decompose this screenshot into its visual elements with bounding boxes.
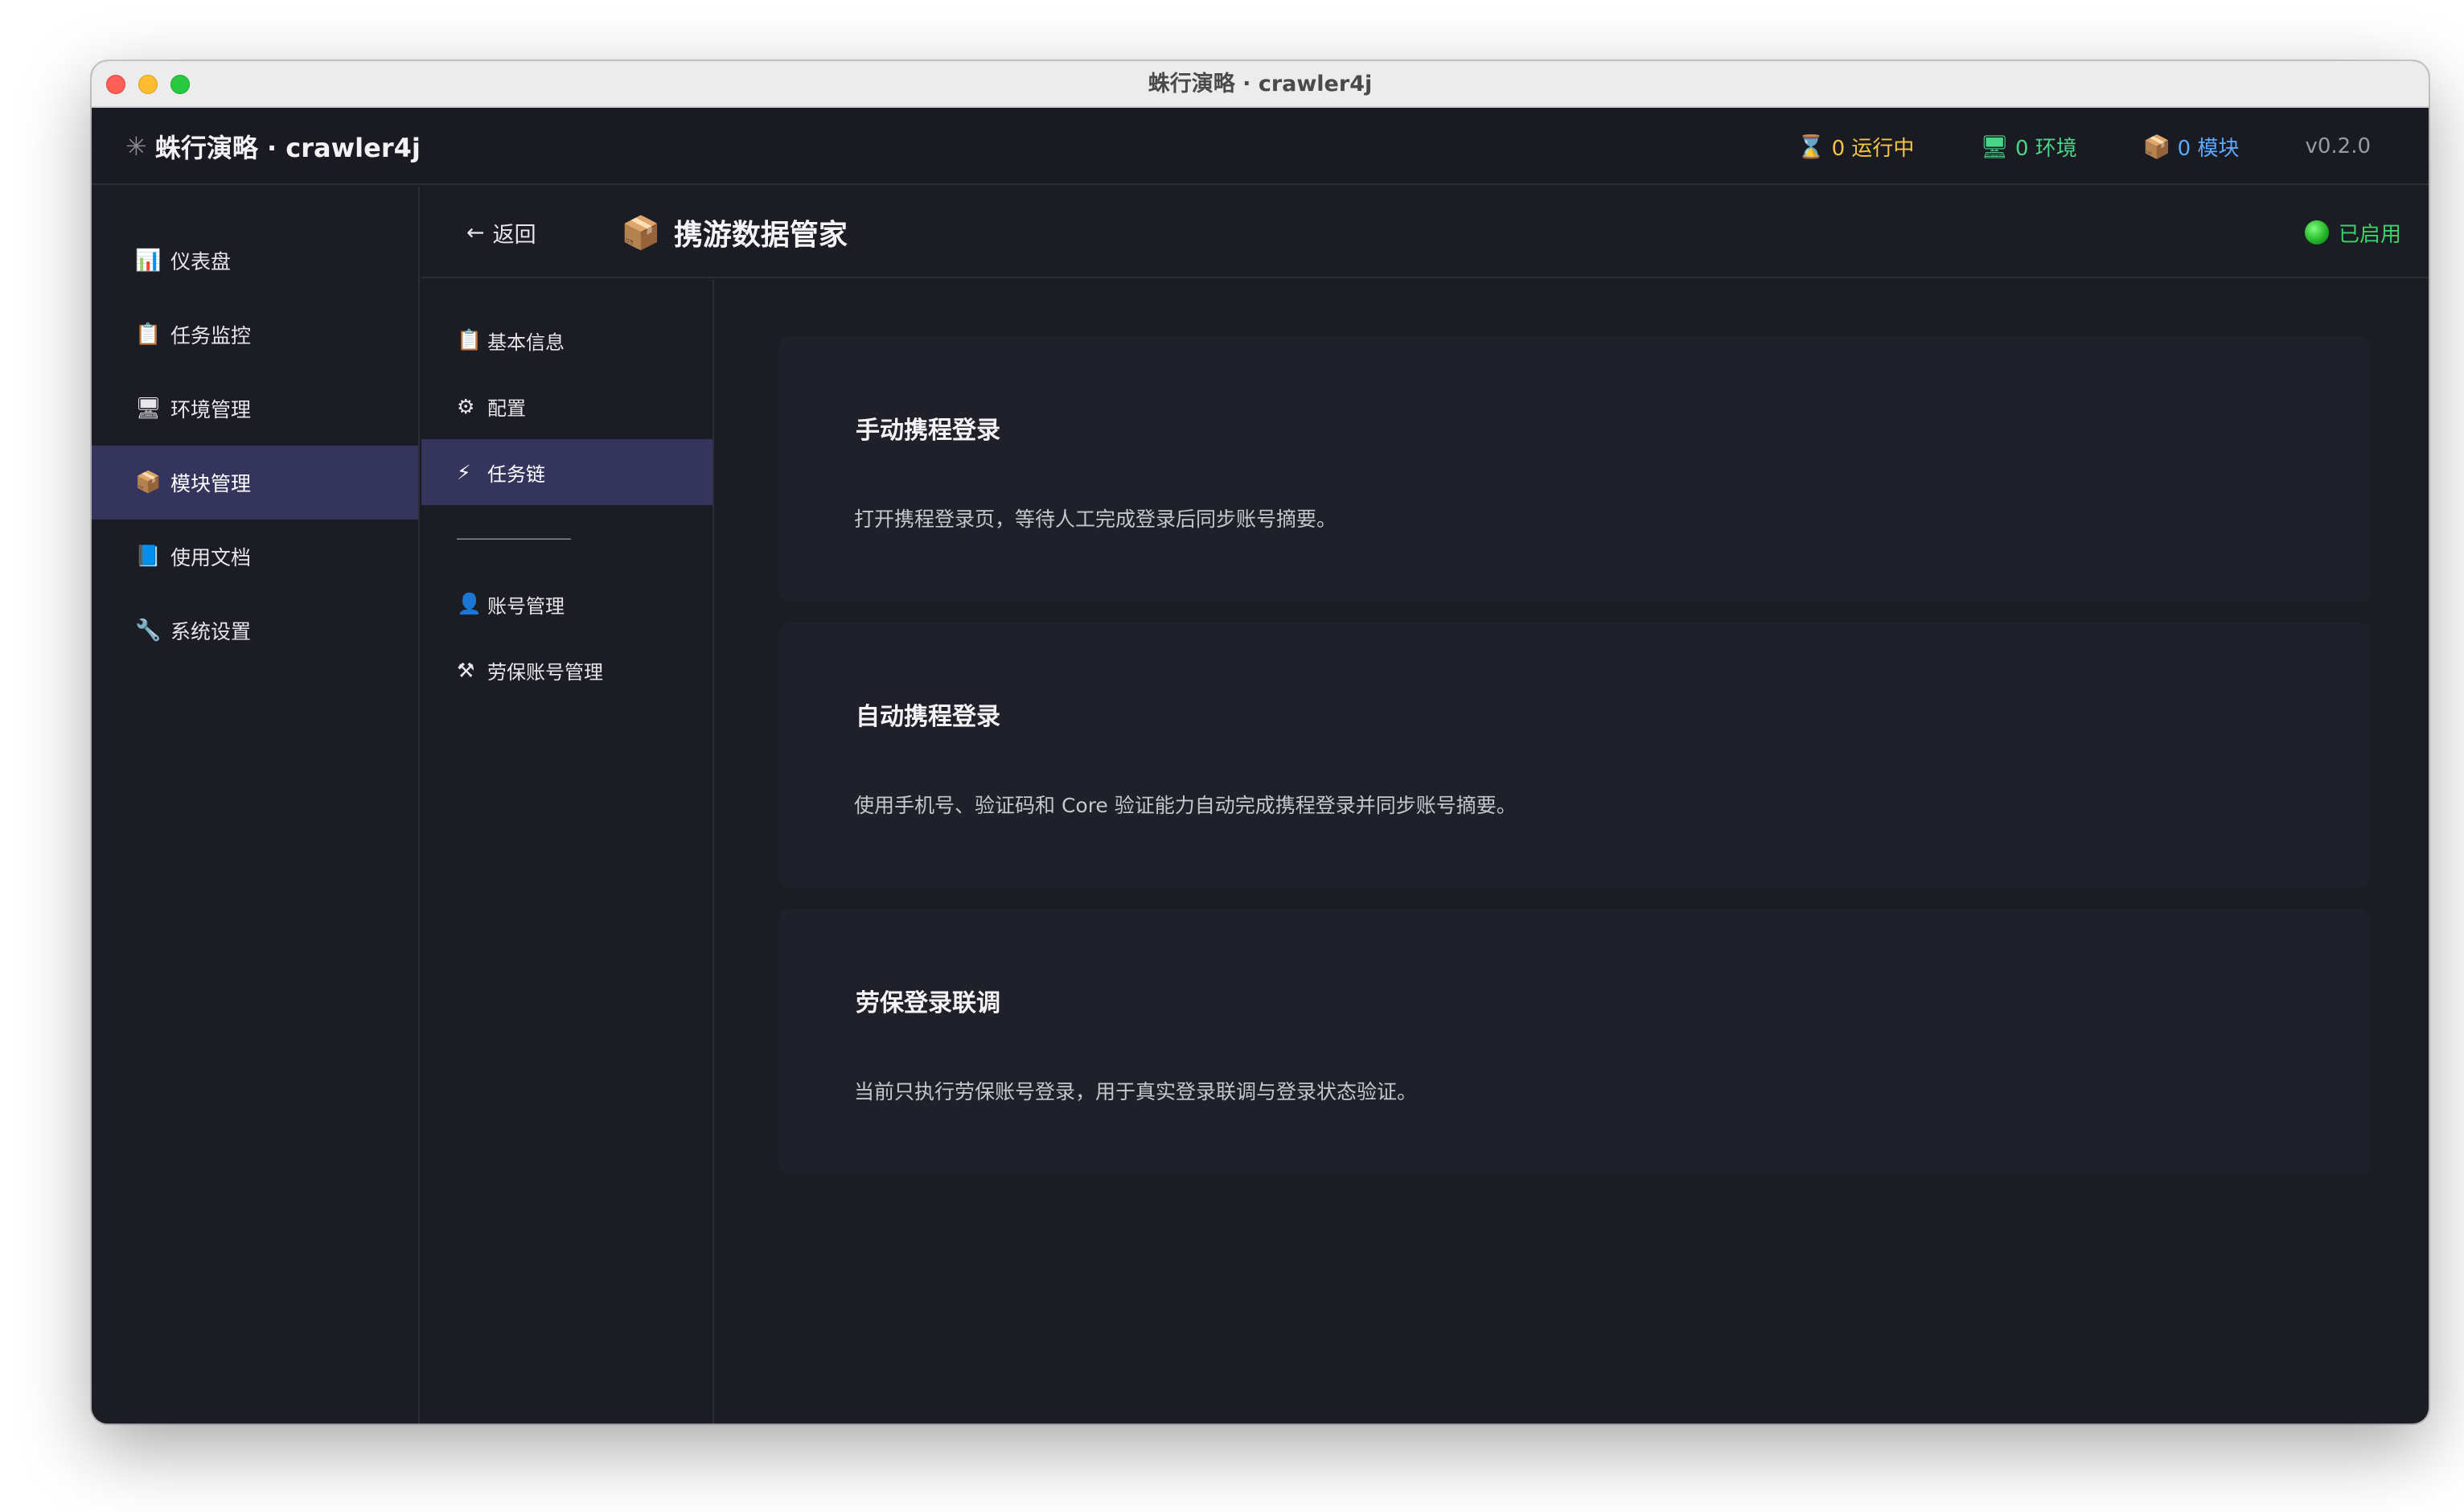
task-description: 使用手机号、验证码和 Core 验证能力自动完成携程登录并同步账号摘要。 <box>854 794 1517 817</box>
brand[interactable]: ✳ 蛛行演略 · crawler4j <box>125 108 421 185</box>
task-title: 自动携程登录 <box>856 703 1000 731</box>
tab-label: 任务链 <box>487 462 545 486</box>
sidebar-item-label: 使用文档 <box>170 546 252 569</box>
clipboard-icon: 📋 <box>135 323 162 347</box>
spider-icon: ✳ <box>125 132 147 161</box>
user-icon: 👤 <box>457 592 483 615</box>
status-badge: 已启用 <box>2304 187 2401 278</box>
module-count-badge[interactable]: 📦 0 模块 <box>2143 132 2240 162</box>
sidebar-item-settings[interactable]: 🔧 系统设置 <box>92 594 418 668</box>
page-title: 📦 携游数据管家 <box>621 187 848 278</box>
tab-label: 账号管理 <box>487 594 565 618</box>
tools-icon: ⚒ <box>457 658 475 682</box>
sidebar: 📊 仪表盘 📋 任务监控 🖥 环境管理 📦 模块管理 📘 使用文档 🔧 系统设置 <box>92 187 420 1424</box>
module-header: ← 返回 📦 携游数据管家 已启用 <box>421 187 2429 278</box>
hourglass-icon: ⌛ <box>1797 133 1825 160</box>
tab-label: 配置 <box>487 396 526 420</box>
lightning-icon: ⚡ <box>457 460 471 484</box>
module-name: 携游数据管家 <box>673 219 848 252</box>
task-card[interactable]: 自动携程登录 使用手机号、验证码和 Core 验证能力自动完成携程登录并同步账号… <box>778 622 2371 888</box>
sidebar-item-dashboard[interactable]: 📊 仪表盘 <box>92 224 418 298</box>
gear-icon: ⚙ <box>457 394 475 418</box>
env-count-label: 0 环境 <box>2014 136 2077 161</box>
wrench-icon: 🔧 <box>135 618 162 643</box>
task-card[interactable]: 劳保登录联调 当前只执行劳保账号登录，用于真实登录联调与登录状态验证。 <box>778 909 2371 1174</box>
back-label: 返回 <box>492 222 536 248</box>
package-icon: 📦 <box>135 470 162 495</box>
clipboard-icon: 📋 <box>457 328 483 351</box>
tab-config[interactable]: ⚙ 配置 <box>421 373 713 439</box>
brand-title: 蛛行演略 · crawler4j <box>154 133 421 163</box>
sidebar-item-modules[interactable]: 📦 模块管理 <box>92 446 418 520</box>
module-detail: ← 返回 📦 携游数据管家 已启用 📋 基本信息 ⚙ 配置 ⚡ 任务链 ————… <box>421 187 2429 1424</box>
monitor-icon: 🖥 <box>135 396 162 421</box>
module-count-label: 0 模块 <box>2177 136 2240 161</box>
book-icon: 📘 <box>135 544 162 569</box>
sidebar-item-environments[interactable]: 🖥 环境管理 <box>92 372 418 446</box>
sidebar-item-label: 任务监控 <box>170 324 252 347</box>
bar-chart-icon: 📊 <box>135 249 162 273</box>
version-label: v0.2.0 <box>2305 134 2371 158</box>
subnav-divider: ——————— <box>457 528 571 548</box>
module-subnav: 📋 基本信息 ⚙ 配置 ⚡ 任务链 ——————— 👤 账号管理 ⚒ 劳保账号管… <box>421 280 714 1424</box>
env-count-badge[interactable]: 🖥 0 环境 <box>1980 132 2076 162</box>
sidebar-item-label: 系统设置 <box>170 620 252 643</box>
status-label: 已启用 <box>2338 222 2401 247</box>
running-count-label: 0 运行中 <box>1831 136 1915 161</box>
task-card[interactable]: 手动携程登录 打开携程登录页，等待人工完成登录后同步账号摘要。 <box>778 336 2371 602</box>
green-dot-icon <box>2304 220 2329 244</box>
window-titlebar: 蛛行演略 · crawler4j <box>92 61 2429 108</box>
task-description: 打开携程登录页，等待人工完成登录后同步账号摘要。 <box>854 507 1337 531</box>
tab-basic-info[interactable]: 📋 基本信息 <box>421 307 713 373</box>
task-title: 手动携程登录 <box>856 417 1000 445</box>
sidebar-item-docs[interactable]: 📘 使用文档 <box>92 520 418 594</box>
header-stats: ⌛ 0 运行中 🖥 0 环境 📦 0 模块 v0.2.0 <box>1797 108 2371 185</box>
tab-label: 劳保账号管理 <box>487 660 603 684</box>
app-header: ✳ 蛛行演略 · crawler4j ⌛ 0 运行中 🖥 0 环境 📦 0 模块… <box>92 108 2429 185</box>
sidebar-item-task-monitor[interactable]: 📋 任务监控 <box>92 298 418 372</box>
app-window: 蛛行演略 · crawler4j ✳ 蛛行演略 · crawler4j ⌛ 0 … <box>92 61 2429 1424</box>
task-title: 劳保登录联调 <box>856 989 1000 1017</box>
tab-task-chain[interactable]: ⚡ 任务链 <box>421 439 713 505</box>
task-description: 当前只执行劳保账号登录，用于真实登录联调与登录状态验证。 <box>854 1080 1418 1103</box>
task-chain-list: 手动携程登录 打开携程登录页，等待人工完成登录后同步账号摘要。 自动携程登录 使… <box>778 336 2371 1195</box>
running-count-badge[interactable]: ⌛ 0 运行中 <box>1797 132 1915 162</box>
tab-accounts[interactable]: 👤 账号管理 <box>421 571 713 637</box>
arrow-left-icon: ← <box>466 220 485 245</box>
back-button[interactable]: ← 返回 <box>466 187 536 278</box>
monitor-icon: 🖥 <box>1980 133 2009 160</box>
package-icon: 📦 <box>2142 133 2171 160</box>
sidebar-item-label: 仪表盘 <box>170 250 232 273</box>
sidebar-item-label: 模块管理 <box>170 472 252 495</box>
package-icon: 📦 <box>621 215 661 251</box>
tab-label: 基本信息 <box>487 331 565 354</box>
window-title: 蛛行演略 · crawler4j <box>1148 72 1373 97</box>
sidebar-item-label: 环境管理 <box>170 398 252 421</box>
main-area: 📊 仪表盘 📋 任务监控 🖥 环境管理 📦 模块管理 📘 使用文档 🔧 系统设置… <box>92 187 2429 1424</box>
tab-labor-accounts[interactable]: ⚒ 劳保账号管理 <box>421 637 713 703</box>
